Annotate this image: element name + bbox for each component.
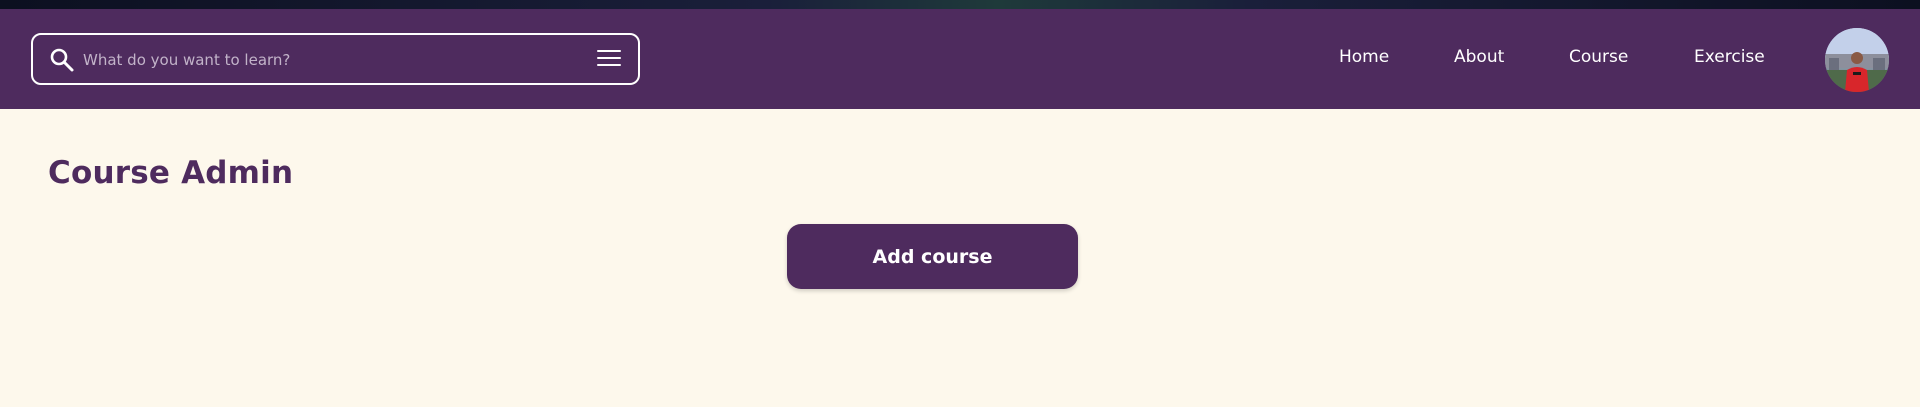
nav-link-about[interactable]: About [1454,47,1504,67]
nav-link-exercise[interactable]: Exercise [1694,47,1765,67]
search-input[interactable] [83,45,563,75]
search-box [31,33,640,85]
nav-link-home[interactable]: Home [1339,47,1389,67]
nav-link-course[interactable]: Course [1569,47,1628,67]
user-avatar[interactable] [1825,28,1889,92]
page-title: Course Admin [48,155,294,191]
avatar-photo [1825,28,1889,92]
navbar: Home About Course Exercise [0,9,1920,109]
add-course-button[interactable]: Add course [787,224,1078,289]
menu-icon[interactable] [597,50,623,70]
search-icon[interactable] [49,47,75,73]
top-banner-strip [0,0,1920,9]
